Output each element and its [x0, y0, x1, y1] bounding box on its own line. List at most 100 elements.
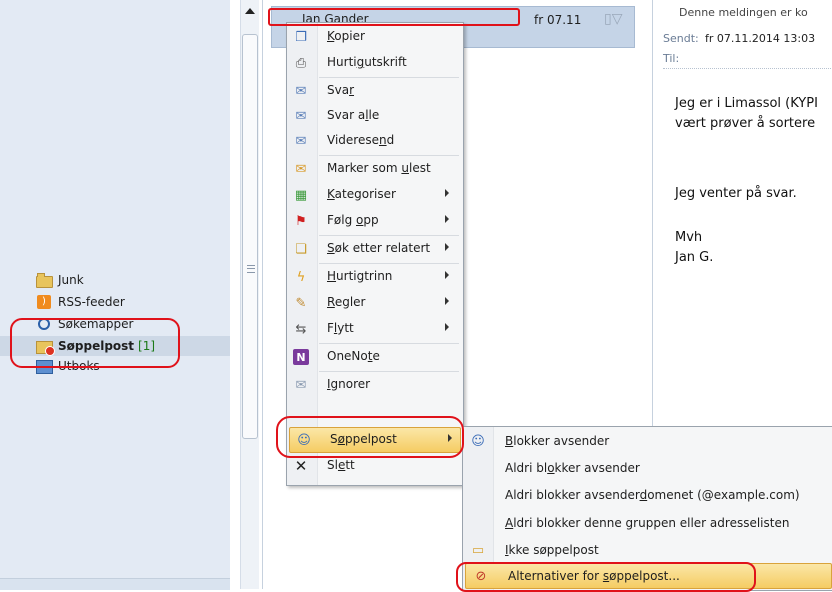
- submenu-arrow-icon: [445, 189, 449, 197]
- submenu-item-label: Blokker avsender: [505, 434, 610, 448]
- info-bar: Denne meldingen er ko: [679, 6, 808, 19]
- copy-icon: ❐: [295, 29, 307, 45]
- menu-item-reply[interactable]: ✉ Svar: [287, 79, 463, 103]
- message-date: fr 07.11: [534, 13, 582, 27]
- menu-item-label: Følg opp: [327, 213, 379, 227]
- menu-item-quick-steps[interactable]: ϟ Hurtigtrinn: [287, 265, 463, 289]
- menu-item-follow-up[interactable]: ⚑ Følg opp: [287, 209, 463, 233]
- folder-outbox[interactable]: Utboks: [36, 356, 100, 376]
- reply-icon: ✉: [295, 83, 307, 99]
- menu-item-ignore[interactable]: ✉ Ignorer: [287, 373, 463, 397]
- menu-separator: [319, 343, 459, 344]
- delete-icon: ✕: [294, 457, 308, 475]
- menu-separator: [319, 235, 459, 236]
- submenu-item-label: Alternativer for søppelpost...: [508, 569, 680, 583]
- context-menu: ❐ Kopier ⎙ Hurtigutskrift ✉ Svar ✉ Svar …: [286, 22, 464, 486]
- nav-bottom-bar: [0, 578, 230, 590]
- folder-label: RSS-feeder: [58, 295, 125, 309]
- folder-label: Utboks: [58, 359, 100, 373]
- flag-outline-icon[interactable]: ▯▽: [604, 11, 622, 27]
- menu-item-rules[interactable]: ✎ Regler: [287, 291, 463, 315]
- sent-label: Sendt:: [663, 32, 699, 45]
- scroll-up-arrow-icon[interactable]: [245, 8, 255, 14]
- menu-item-label: Slett: [327, 458, 355, 472]
- menu-item-junk[interactable]: ☺ Søppelpost: [289, 427, 461, 453]
- body-line: Jan G.: [675, 250, 714, 265]
- menu-item-label: Hurtigtrinn: [327, 269, 393, 283]
- block-sender-icon: ☺: [471, 433, 485, 449]
- search-folder-icon: [36, 317, 52, 331]
- body-line: Mvh: [675, 230, 703, 245]
- submenu-item-not-junk[interactable]: ▭ Ikke søppelpost: [463, 538, 832, 562]
- junk-submenu: ☺ Blokker avsender Aldri blokker avsende…: [462, 426, 832, 591]
- menu-item-label: Svar alle: [327, 108, 380, 122]
- header-divider: [663, 68, 832, 69]
- onenote-icon: N: [293, 349, 309, 365]
- submenu-item-label: Ikke søppelpost: [505, 543, 599, 557]
- body-line: Jeg er i Limassol (KYPI: [675, 96, 818, 111]
- menu-separator: [319, 263, 459, 264]
- menu-item-mark-unread[interactable]: ✉ Marker som ulest: [287, 157, 463, 181]
- mark-unread-icon: ✉: [295, 161, 307, 177]
- ignore-icon: ✉: [295, 377, 307, 393]
- find-related-icon: ❏: [295, 241, 307, 257]
- menu-item-delete[interactable]: ✕ Slett: [287, 454, 463, 478]
- menu-item-find-related[interactable]: ❏ Søk etter relatert: [287, 237, 463, 261]
- menu-item-forward[interactable]: ✉ Videresend: [287, 129, 463, 153]
- menu-item-categorize[interactable]: ▦ Kategoriser: [287, 183, 463, 207]
- menu-separator: [319, 77, 459, 78]
- folder-icon: [36, 273, 53, 288]
- to-label: Til:: [663, 52, 680, 65]
- menu-item-reply-all[interactable]: ✉ Svar alle: [287, 104, 463, 128]
- menu-item-move[interactable]: ⇆ Flytt: [287, 317, 463, 341]
- submenu-item-junk-options[interactable]: ⊘ Alternativer for søppelpost...: [465, 563, 832, 589]
- categorize-icon: ▦: [294, 187, 308, 203]
- menu-item-label: Marker som ulest: [327, 161, 431, 175]
- menu-item-label: Hurtigutskrift: [327, 55, 407, 69]
- menu-item-label: Ignorer: [327, 377, 371, 391]
- folder-rss-feeds[interactable]: ) RSS-feeder: [36, 292, 125, 312]
- submenu-arrow-icon: [445, 243, 449, 251]
- submenu-arrow-icon: [448, 434, 452, 442]
- submenu-arrow-icon: [445, 297, 449, 305]
- scrollbar-thumb[interactable]: [242, 34, 258, 439]
- menu-item-label: Kopier: [327, 29, 365, 43]
- grip-icon: [247, 265, 255, 273]
- menu-item-quick-print[interactable]: ⎙ Hurtigutskrift: [287, 51, 463, 75]
- submenu-arrow-icon: [445, 271, 449, 279]
- quick-steps-icon: ϟ: [296, 269, 306, 285]
- menu-item-copy[interactable]: ❐ Kopier: [287, 25, 463, 49]
- nav-scrollbar[interactable]: [240, 0, 259, 589]
- folder-junk-email[interactable]: Søppelpost [1]: [0, 336, 230, 356]
- flag-icon: ⚑: [295, 213, 307, 229]
- folder-search-folders[interactable]: Søkemapper: [36, 314, 133, 334]
- menu-item-label: Regler: [327, 295, 366, 309]
- sent-value: fr 07.11.2014 13:03: [705, 32, 816, 45]
- junk-email-folder-icon: [36, 339, 55, 356]
- menu-item-label: Kategoriser: [327, 187, 396, 201]
- menu-item-label: Søppelpost: [330, 432, 397, 446]
- menu-item-label: Søk etter relatert: [327, 241, 431, 255]
- submenu-item-never-block-domain[interactable]: Aldri blokker avsenderdomenet (@example.…: [463, 483, 832, 507]
- menu-item-onenote[interactable]: N OneNote: [287, 345, 463, 369]
- forward-icon: ✉: [295, 133, 307, 149]
- unread-count: [1]: [138, 339, 156, 353]
- junk-options-icon: ⊘: [475, 568, 487, 584]
- submenu-item-never-block-group[interactable]: Aldri blokker denne gruppen eller adress…: [463, 511, 832, 535]
- body-line: Jeg venter på svar.: [675, 186, 797, 201]
- navigation-pane: Junk ) RSS-feeder Søkemapper Søppelpost …: [0, 0, 230, 590]
- submenu-arrow-icon: [445, 323, 449, 331]
- move-icon: ⇆: [295, 321, 307, 337]
- rules-icon: ✎: [295, 295, 307, 311]
- submenu-item-block-sender[interactable]: ☺ Blokker avsender: [463, 429, 832, 453]
- reply-all-icon: ✉: [295, 108, 307, 124]
- folder-label: Junk: [58, 273, 84, 287]
- folder-junk[interactable]: Junk: [36, 270, 84, 290]
- not-junk-icon: ▭: [471, 542, 485, 558]
- body-line: vært prøver å sortere: [675, 116, 816, 131]
- submenu-item-never-block-sender[interactable]: Aldri blokker avsender: [463, 456, 832, 480]
- menu-separator: [319, 371, 459, 372]
- rss-icon: ): [36, 295, 52, 309]
- junk-icon: ☺: [297, 432, 311, 448]
- submenu-item-label: Aldri blokker avsenderdomenet (@example.…: [505, 488, 800, 502]
